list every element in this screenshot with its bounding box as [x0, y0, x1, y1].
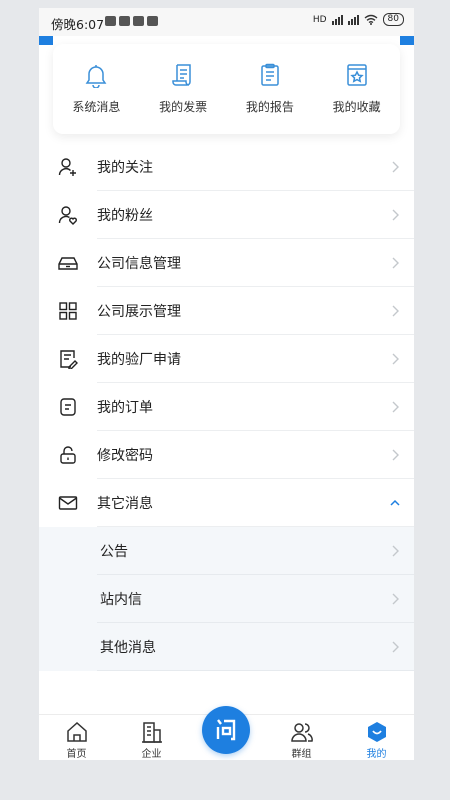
order-icon — [60, 398, 76, 416]
header-edge — [400, 36, 414, 45]
quick-action-system-messages[interactable]: 系统消息 — [53, 44, 140, 134]
menu-item-label: 修改密码 — [97, 448, 153, 464]
menu-item-label: 我的关注 — [97, 160, 153, 176]
nav-enterprise[interactable]: 企业 — [114, 715, 189, 760]
lock-icon — [60, 446, 76, 464]
ask-question-button[interactable] — [202, 706, 250, 754]
nav-label: 企业 — [141, 749, 162, 760]
menu-item-company-showcase[interactable]: 公司展示管理 — [39, 287, 414, 335]
favorite-icon — [346, 64, 367, 86]
status-right: HD 80 — [313, 13, 404, 26]
signal-icon — [347, 14, 359, 25]
menu-item-factory-audit[interactable]: 我的验厂申请 — [39, 335, 414, 383]
invoice-icon — [172, 64, 191, 86]
network-type: HD — [312, 14, 327, 25]
app-icon — [147, 16, 158, 26]
submenu-item-announcements[interactable]: 公告 — [39, 527, 414, 575]
menu-item-label: 我的订单 — [97, 400, 153, 416]
nav-home[interactable]: 首页 — [39, 715, 114, 760]
nav-label: 群组 — [291, 749, 312, 760]
grid-icon — [59, 302, 77, 320]
home-icon — [66, 721, 87, 742]
message-icon — [105, 16, 116, 26]
submenu-item-other[interactable]: 其他消息 — [39, 623, 414, 671]
menu-item-label: 公司展示管理 — [97, 304, 181, 320]
edit-document-icon — [60, 350, 78, 369]
message-icon — [119, 16, 130, 26]
chevron-right-icon — [392, 257, 399, 269]
quick-actions-card: 系统消息 我的发票 我的报告 我的收藏 — [53, 44, 400, 134]
header-edge — [39, 36, 53, 45]
signal-icon — [331, 14, 343, 25]
quick-action-label: 我的收藏 — [332, 100, 381, 114]
quick-action-label: 我的发票 — [159, 100, 208, 114]
menu-item-label: 公司信息管理 — [97, 256, 181, 272]
battery-icon: 80 — [382, 13, 404, 26]
quick-action-label: 我的报告 — [245, 100, 294, 114]
menu-item-orders[interactable]: 我的订单 — [39, 383, 414, 431]
nav-groups[interactable]: 群组 — [264, 715, 339, 760]
chevron-up-icon — [390, 499, 400, 506]
profile-icon — [367, 722, 386, 742]
inbox-icon — [58, 257, 78, 270]
user-heart-icon — [58, 206, 77, 225]
chevron-right-icon — [392, 161, 399, 173]
quick-action-label: 系统消息 — [72, 100, 121, 114]
chevron-right-icon — [392, 401, 399, 413]
menu-item-other-messages[interactable]: 其它消息 — [39, 479, 414, 527]
quick-action-invoices[interactable]: 我的发票 — [140, 44, 227, 134]
submenu-item-label: 公告 — [100, 544, 128, 560]
building-icon — [141, 722, 162, 743]
mail-icon — [58, 496, 78, 510]
chevron-right-icon — [392, 449, 399, 461]
submenu-item-label: 站内信 — [100, 592, 142, 608]
chevron-right-icon — [392, 305, 399, 317]
quick-action-reports[interactable]: 我的报告 — [227, 44, 314, 134]
bell-icon — [85, 65, 107, 88]
status-time: 傍晚6:07 — [51, 17, 105, 32]
notification-icons — [105, 16, 158, 26]
status-bar: 傍晚6:07 HD 80 — [39, 8, 414, 36]
nav-profile[interactable]: 我的 — [339, 715, 414, 760]
report-icon — [261, 63, 279, 86]
question-icon — [216, 719, 236, 741]
chevron-right-icon — [392, 593, 399, 605]
submenu-item-inbox[interactable]: 站内信 — [39, 575, 414, 623]
download-icon — [133, 16, 144, 26]
submenu-item-label: 其他消息 — [100, 640, 156, 656]
group-icon — [290, 723, 313, 742]
user-plus-icon — [58, 158, 76, 176]
menu-item-label: 我的粉丝 — [97, 208, 153, 224]
wifi-icon — [364, 14, 377, 25]
phone-screen: 傍晚6:07 HD 80 系统消息 我的发票 我的报告 我的收藏 我的关注 我的… — [39, 8, 414, 760]
chevron-right-icon — [392, 641, 399, 653]
menu-item-company-info[interactable]: 公司信息管理 — [39, 239, 414, 287]
nav-label: 我的 — [366, 749, 387, 760]
quick-action-favorites[interactable]: 我的收藏 — [313, 44, 400, 134]
menu-item-label: 我的验厂申请 — [97, 352, 181, 368]
chevron-right-icon — [392, 353, 399, 365]
nav-label: 首页 — [66, 749, 87, 760]
menu-item-following[interactable]: 我的关注 — [39, 143, 414, 191]
chevron-right-icon — [392, 209, 399, 221]
menu-item-change-password[interactable]: 修改密码 — [39, 431, 414, 479]
menu-item-fans[interactable]: 我的粉丝 — [39, 191, 414, 239]
menu-item-label: 其它消息 — [97, 496, 153, 512]
chevron-right-icon — [392, 545, 399, 557]
menu-list: 我的关注 我的粉丝 公司信息管理 公司展示管理 我的验厂申请 我的订单 修改密码… — [39, 143, 414, 671]
